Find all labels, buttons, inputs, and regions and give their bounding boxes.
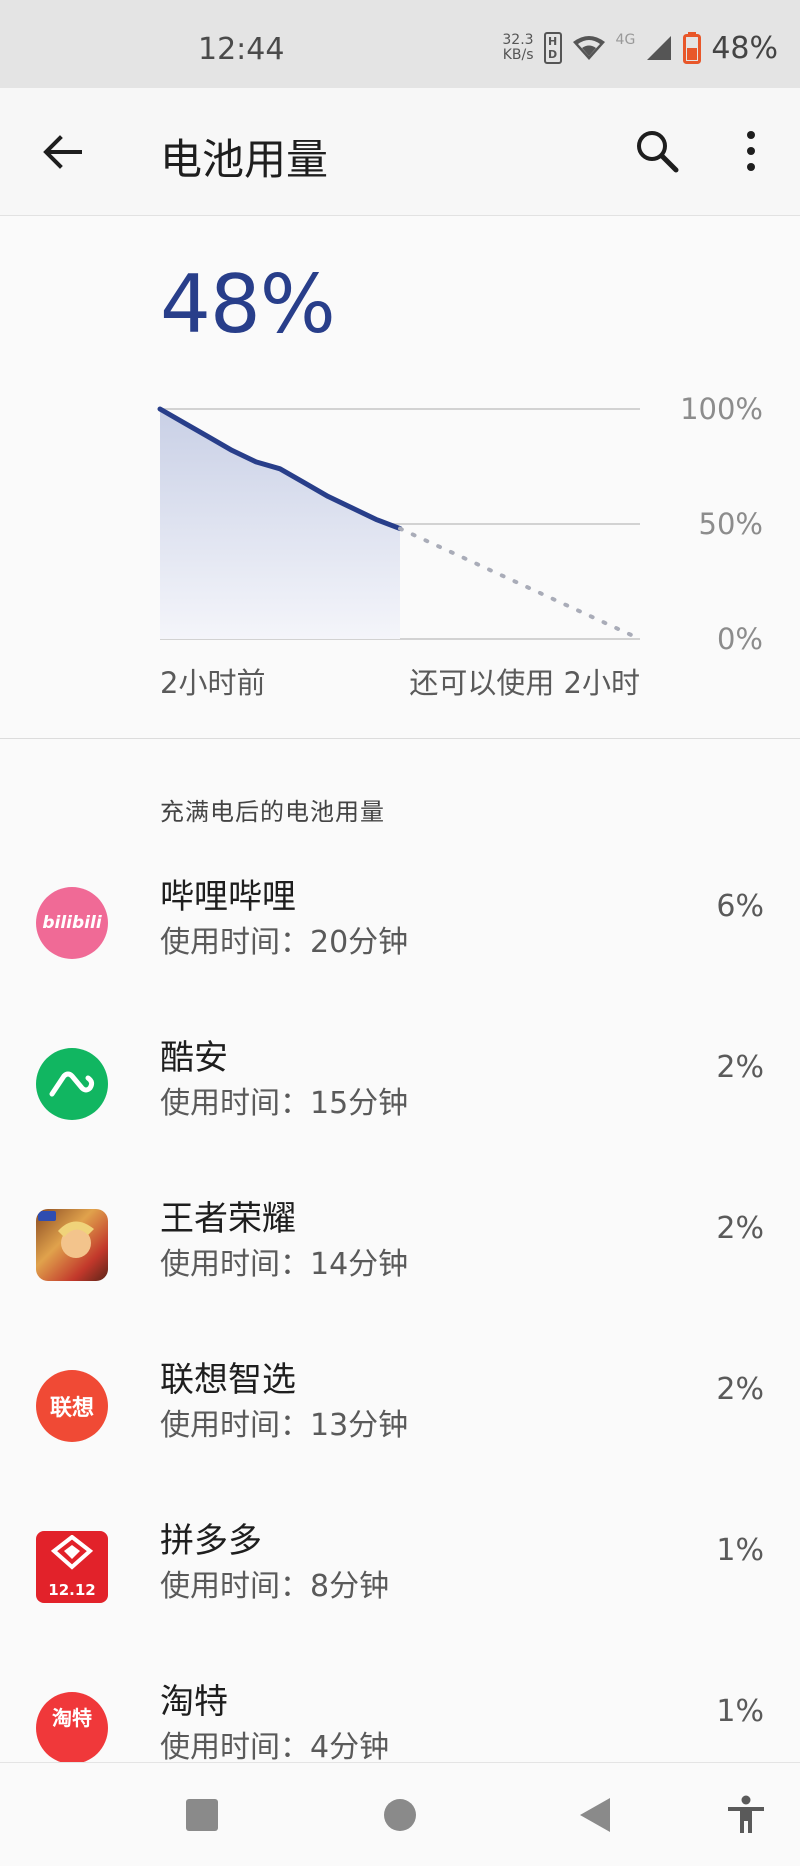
section-header: 充满电后的电池用量 [160, 798, 385, 826]
list-item-bilibili[interactable]: bilibili 哔哩哔哩 使用时间：20分钟 6% [0, 877, 800, 1048]
app-name: 淘特 [160, 1682, 228, 1722]
arrow-back-icon[interactable] [40, 130, 84, 174]
more-vert-icon[interactable] [736, 128, 766, 174]
app-name: 酷安 [160, 1038, 228, 1078]
app-usage-time: 使用时间：20分钟 [160, 925, 409, 960]
status-icons: 32.3 KB/s H D 4G 48% [502, 30, 778, 66]
honor-of-kings-icon [36, 1209, 108, 1281]
chart-xlabel-right: 还可以使用 2小时 [409, 666, 640, 700]
search-icon[interactable] [634, 128, 680, 174]
accessibility-icon[interactable] [726, 1795, 766, 1835]
app-name: 哔哩哔哩 [160, 877, 296, 917]
app-usage-percent: 6% [716, 889, 764, 924]
lenovo-icon: 联想 [36, 1370, 108, 1442]
app-toolbar: 电池用量 [0, 88, 800, 216]
list-item-honor-of-kings[interactable]: 王者荣耀 使用时间：14分钟 2% [0, 1199, 800, 1370]
app-usage-percent: 2% [716, 1050, 764, 1085]
list-item-pinduoduo[interactable]: 12.12 拼多多 使用时间：8分钟 1% [0, 1521, 800, 1692]
app-name: 拼多多 [160, 1521, 262, 1561]
chart-y-tick-label: 50% [699, 507, 763, 541]
infinity-glyph [49, 1071, 95, 1097]
chart-y-tick-label: 0% [717, 622, 763, 656]
app-usage-time: 使用时间：4分钟 [160, 1730, 390, 1765]
battery-level: 48% [160, 258, 336, 351]
app-usage-percent: 2% [716, 1372, 764, 1407]
pinduoduo-icon: 12.12 [36, 1531, 108, 1603]
status-bar: 12:44 32.3 KB/s H D 4G 48% [0, 0, 800, 88]
hero-face-glyph [38, 1211, 94, 1258]
status-time: 12:44 [198, 32, 285, 67]
network-speed: 32.3 KB/s [502, 33, 533, 63]
cell-signal-icon [647, 36, 672, 60]
page-title: 电池用量 [160, 135, 329, 184]
chart-xlabel-left: 2小时前 [160, 666, 265, 700]
hd-label-top: H [547, 35, 558, 48]
battery-area [160, 409, 400, 639]
app-name: 王者荣耀 [160, 1199, 296, 1239]
coolapk-icon [36, 1048, 108, 1120]
hd-voice-icon: H D [543, 32, 562, 64]
network-type: 4G [615, 32, 636, 48]
battery-projection-line [398, 526, 642, 641]
triangle-back-icon[interactable] [576, 1795, 616, 1835]
taote-icon-text: 淘特 [52, 1706, 92, 1730]
system-nav-bar [0, 1762, 800, 1866]
chart-y-tick-label: 100% [680, 392, 763, 426]
battery-icon [683, 32, 702, 64]
circle-home-icon[interactable] [380, 1795, 420, 1835]
battery-history-chart: 100% 50% 0% 2小时前 还可以使用 2小时 [157, 392, 763, 700]
network-speed-unit: KB/s [502, 47, 534, 63]
bilibili-icon-text: bilibili [42, 913, 102, 933]
app-usage-time: 使用时间：15分钟 [160, 1086, 409, 1121]
section-divider [0, 738, 800, 739]
gift-pattern-glyph [50, 1535, 94, 1570]
app-usage-time: 使用时间：8分钟 [160, 1569, 390, 1604]
hd-label-bottom: D [547, 48, 558, 61]
app-usage-time: 使用时间：13分钟 [160, 1408, 409, 1443]
app-name: 联想智选 [160, 1360, 296, 1400]
list-item-lenovo[interactable]: 联想 联想智选 使用时间：13分钟 2% [0, 1360, 800, 1531]
battery-usage-screen: 12:44 32.3 KB/s H D 4G 48% 电池用量 48% 100%… [0, 0, 800, 1866]
app-usage-percent: 1% [716, 1533, 764, 1568]
pinduoduo-icon-text: 12.12 [48, 1581, 96, 1599]
app-usage-percent: 1% [716, 1694, 764, 1729]
lenovo-icon-text: 联想 [49, 1396, 94, 1421]
taote-icon: 淘特 [36, 1692, 108, 1764]
app-usage-time: 使用时间：14分钟 [160, 1247, 409, 1282]
network-speed-value: 32.3 [502, 32, 534, 48]
bilibili-icon: bilibili [36, 887, 108, 959]
square-recents-icon[interactable] [182, 1795, 222, 1835]
app-usage-percent: 2% [716, 1211, 764, 1246]
chart-y-ticks: 100% 50% 0% [680, 392, 763, 656]
list-item-coolapk[interactable]: 酷安 使用时间：15分钟 2% [0, 1038, 800, 1209]
wifi-icon [572, 36, 605, 60]
status-battery-percent: 48% [711, 30, 778, 66]
